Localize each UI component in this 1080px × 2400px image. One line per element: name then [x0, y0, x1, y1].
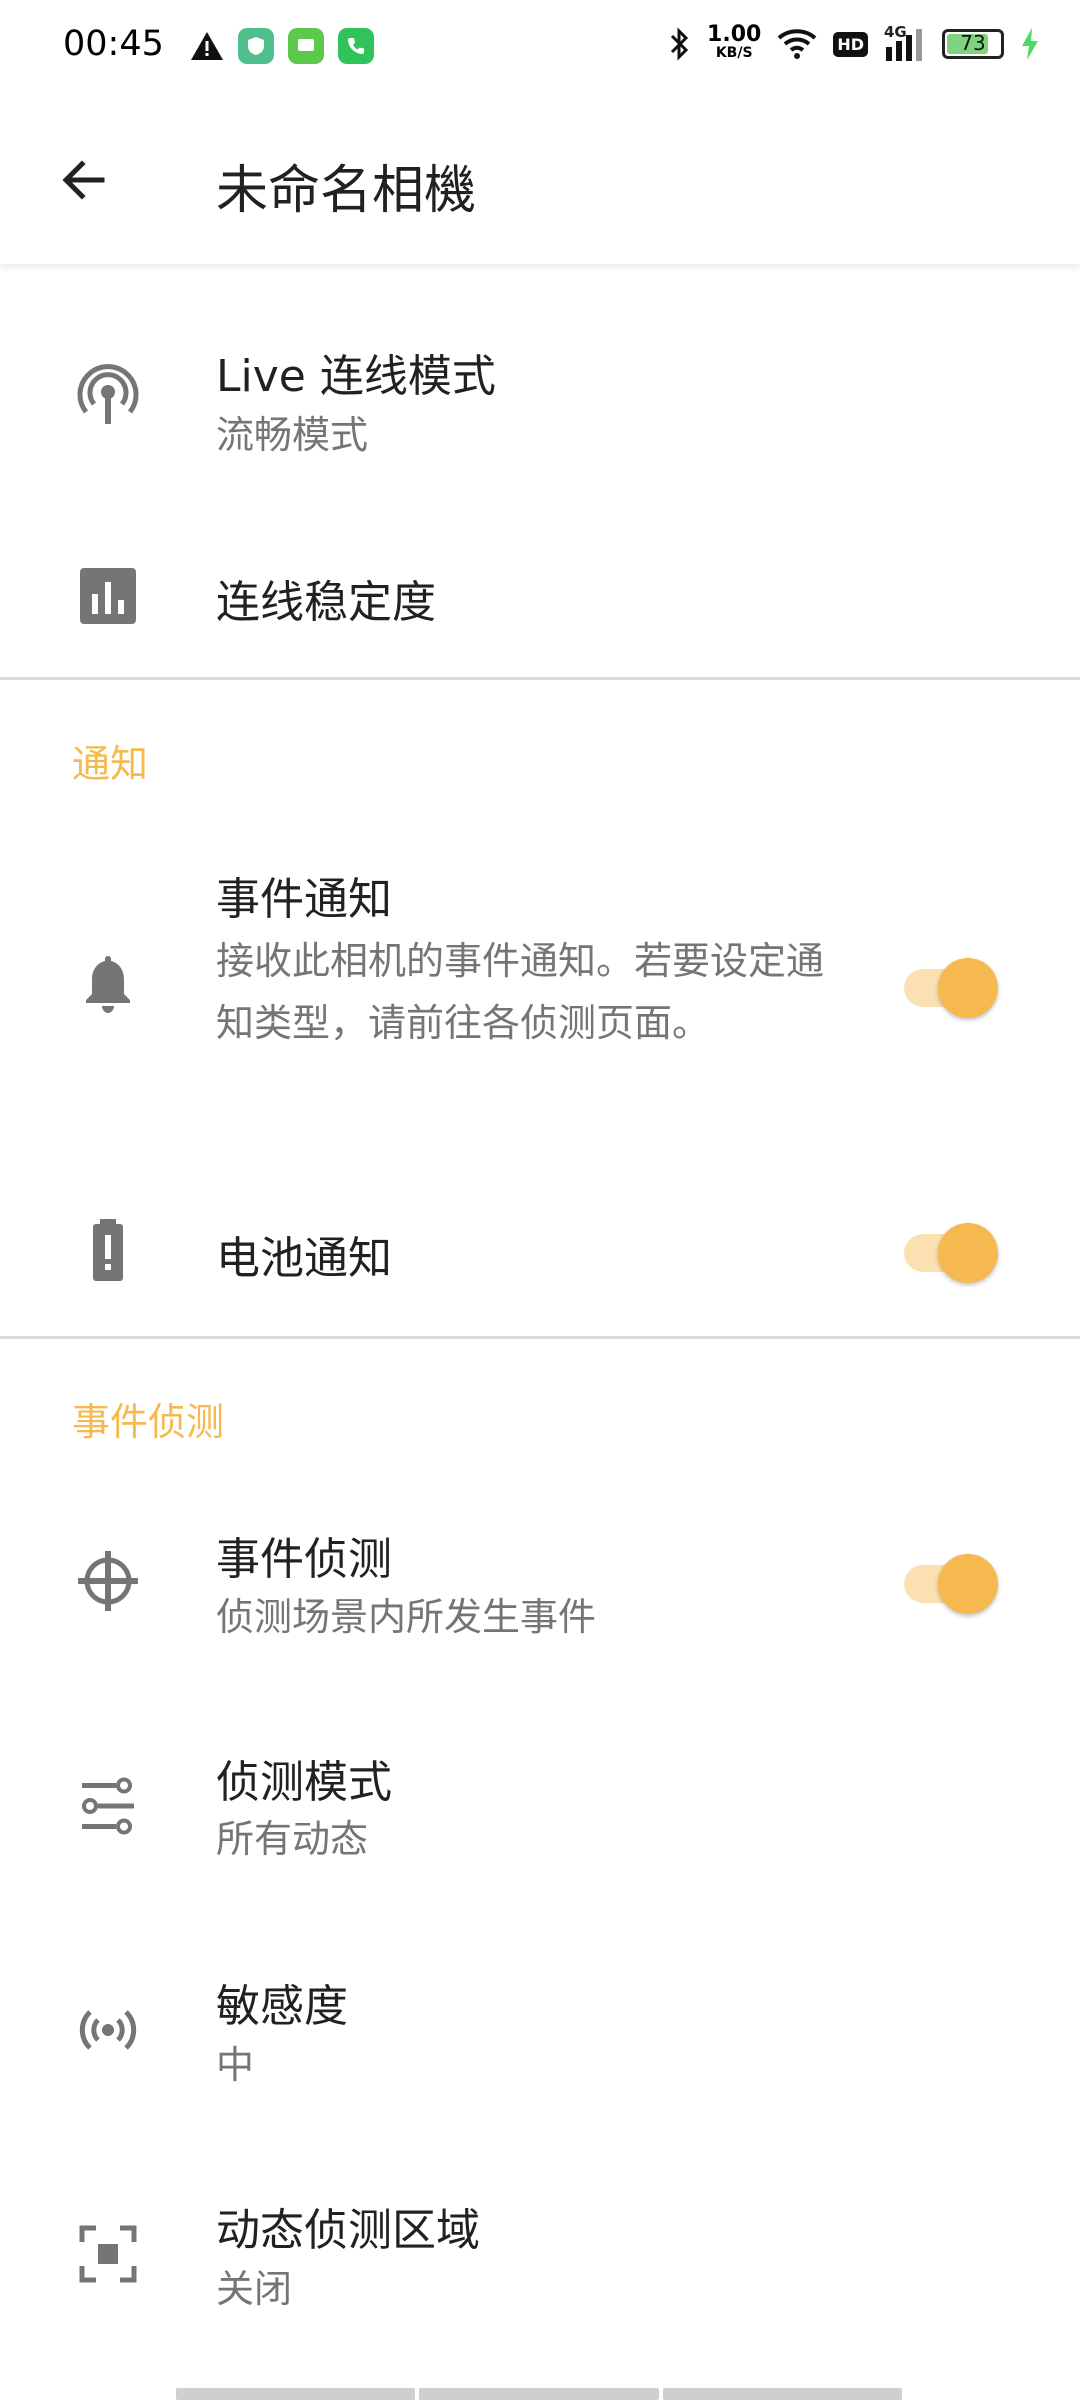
item-title: 侦测模式 — [216, 1757, 392, 1808]
item-title: Live 连线模式 — [216, 351, 496, 402]
item-subtitle: 侦测场景内所发生事件 — [216, 1595, 597, 1639]
divider — [0, 677, 1080, 680]
item-subtitle: 中 — [216, 2043, 255, 2087]
system-icons: 1.00 KB/S HD 4G 73 — [669, 22, 1040, 62]
antenna-icon — [77, 364, 139, 424]
battery-icon: 73 — [942, 29, 1004, 59]
battery-alert-icon — [93, 1219, 123, 1281]
toggle-thumb — [938, 958, 998, 1018]
bell-icon — [86, 956, 130, 1013]
item-title: 连线稳定度 — [216, 577, 436, 628]
app-bar: 未命名相機 — [0, 96, 1080, 264]
status-bar: 00:45 1.00 KB/S HD 4G 73 — [0, 0, 1080, 96]
broadcast-icon — [79, 2010, 137, 2050]
item-title: 事件通知 — [216, 874, 392, 925]
item-subtitle: 所有动态 — [216, 1817, 369, 1861]
warning-icon — [191, 32, 223, 60]
section-header-notifications: 通知 — [72, 742, 149, 786]
event-notification-toggle[interactable] — [900, 952, 1000, 1018]
item-title: 动态侦测区域 — [216, 2205, 480, 2256]
item-subtitle: 流畅模式 — [216, 413, 369, 457]
bar-chart-icon — [80, 568, 136, 624]
item-title: 事件侦测 — [216, 1534, 392, 1585]
hd-badge: HD — [833, 31, 868, 57]
charging-icon — [1022, 28, 1038, 60]
wifi-icon — [777, 29, 817, 59]
item-subtitle: 接收此相机的事件通知。若要设定通知类型，请前往各侦测页面。 — [216, 939, 825, 1045]
motion-zone-item[interactable]: 动态侦测区域 关闭 — [0, 2170, 1080, 2370]
battery-notification-toggle[interactable] — [900, 1217, 1000, 1283]
phone-icon — [338, 28, 374, 64]
app-icon-green — [238, 28, 274, 64]
signal-icon: 4G — [884, 23, 926, 61]
event-detection-item[interactable]: 事件侦测 侦测场景内所发生事件 — [0, 1500, 1080, 1700]
divider — [0, 1336, 1080, 1339]
battery-notification-item[interactable]: 电池通知 — [0, 1175, 1080, 1325]
focus-frame-icon — [79, 2225, 137, 2283]
arrow-left-icon[interactable] — [54, 150, 114, 210]
page-title: 未命名相機 — [216, 161, 477, 221]
bluetooth-icon — [670, 27, 689, 61]
toggle-thumb — [938, 1554, 998, 1614]
network-speed: 1.00 KB/S — [707, 22, 762, 62]
crosshair-icon — [78, 1551, 138, 1611]
messages-icon — [288, 28, 324, 64]
item-subtitle: 关闭 — [216, 2267, 293, 2311]
stability-item[interactable]: 连线稳定度 — [0, 520, 1080, 670]
tune-icon — [82, 1777, 134, 1835]
sensitivity-item[interactable]: 敏感度 中 — [0, 1946, 1080, 2146]
toggle-thumb — [938, 1223, 998, 1283]
item-title: 敏感度 — [216, 1981, 348, 2032]
item-title: 电池通知 — [216, 1233, 392, 1284]
status-time: 00:45 — [63, 24, 164, 64]
notification-icons — [190, 28, 374, 64]
event-detection-toggle[interactable] — [900, 1548, 1000, 1614]
section-header-detection: 事件侦测 — [72, 1400, 225, 1444]
event-notification-item[interactable]: 事件通知 接收此相机的事件通知。若要设定通知类型，请前往各侦测页面。 — [0, 840, 1080, 1140]
live-mode-item[interactable]: Live 连线模式 流畅模式 — [0, 300, 1080, 500]
detection-mode-item[interactable]: 侦测模式 所有动态 — [0, 1722, 1080, 1922]
scroll-indicator — [176, 2388, 902, 2400]
